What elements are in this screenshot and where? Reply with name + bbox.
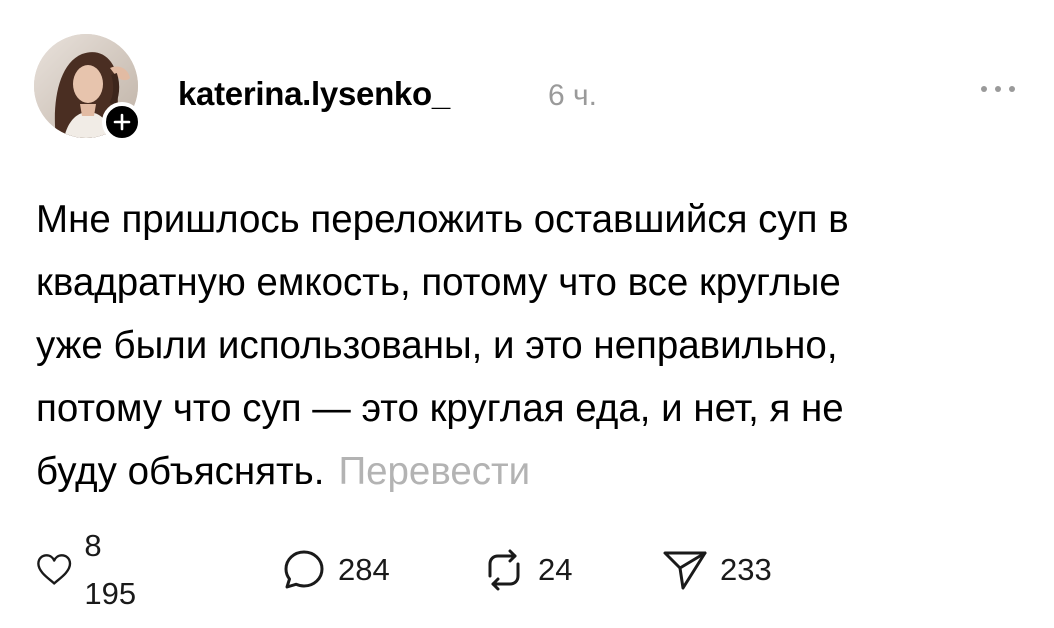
like-count: 8 195 xyxy=(84,528,137,611)
comment-bubble-icon xyxy=(284,550,324,589)
send-icon xyxy=(663,551,707,590)
comment-count: 284 xyxy=(338,552,390,587)
more-options-button[interactable] xyxy=(974,74,1022,104)
plus-icon xyxy=(113,113,131,131)
like-button[interactable]: 8 195 xyxy=(36,528,146,611)
repost-icon xyxy=(488,549,520,591)
translate-link[interactable]: Перевести xyxy=(338,450,530,493)
post-text-line: буду объяснять. xyxy=(36,450,325,493)
post-text-line: уже были использованы, и это неправильно… xyxy=(36,324,838,367)
heart-icon xyxy=(37,554,72,585)
comment-button[interactable]: 284 xyxy=(282,546,390,594)
repost-count: 24 xyxy=(538,552,573,587)
avatar-container[interactable] xyxy=(34,34,142,142)
share-button[interactable]: 233 xyxy=(662,546,772,594)
post-text-line: квадратную емкость, потому что все кругл… xyxy=(36,261,841,304)
post-text-line: потому что суп — это круглая еда, и нет,… xyxy=(36,387,844,430)
share-count: 233 xyxy=(720,552,772,587)
post-timestamp: 6 ч. xyxy=(548,79,597,112)
thread-post: katerina.lysenko_ 6 ч. Мне пришлось пере… xyxy=(0,0,1054,628)
post-text-line: Мне пришлось переложить оставшийся суп в xyxy=(36,198,849,241)
follow-button[interactable] xyxy=(102,102,142,142)
more-horizontal-icon xyxy=(981,86,1015,92)
post-body: Мне пришлось переложить оставшийся суп в… xyxy=(36,188,1036,503)
repost-button[interactable]: 24 xyxy=(482,546,572,594)
post-text-last-line: буду объяснять. Перевести xyxy=(36,440,1036,503)
author-username[interactable]: katerina.lysenko_ xyxy=(178,74,450,114)
